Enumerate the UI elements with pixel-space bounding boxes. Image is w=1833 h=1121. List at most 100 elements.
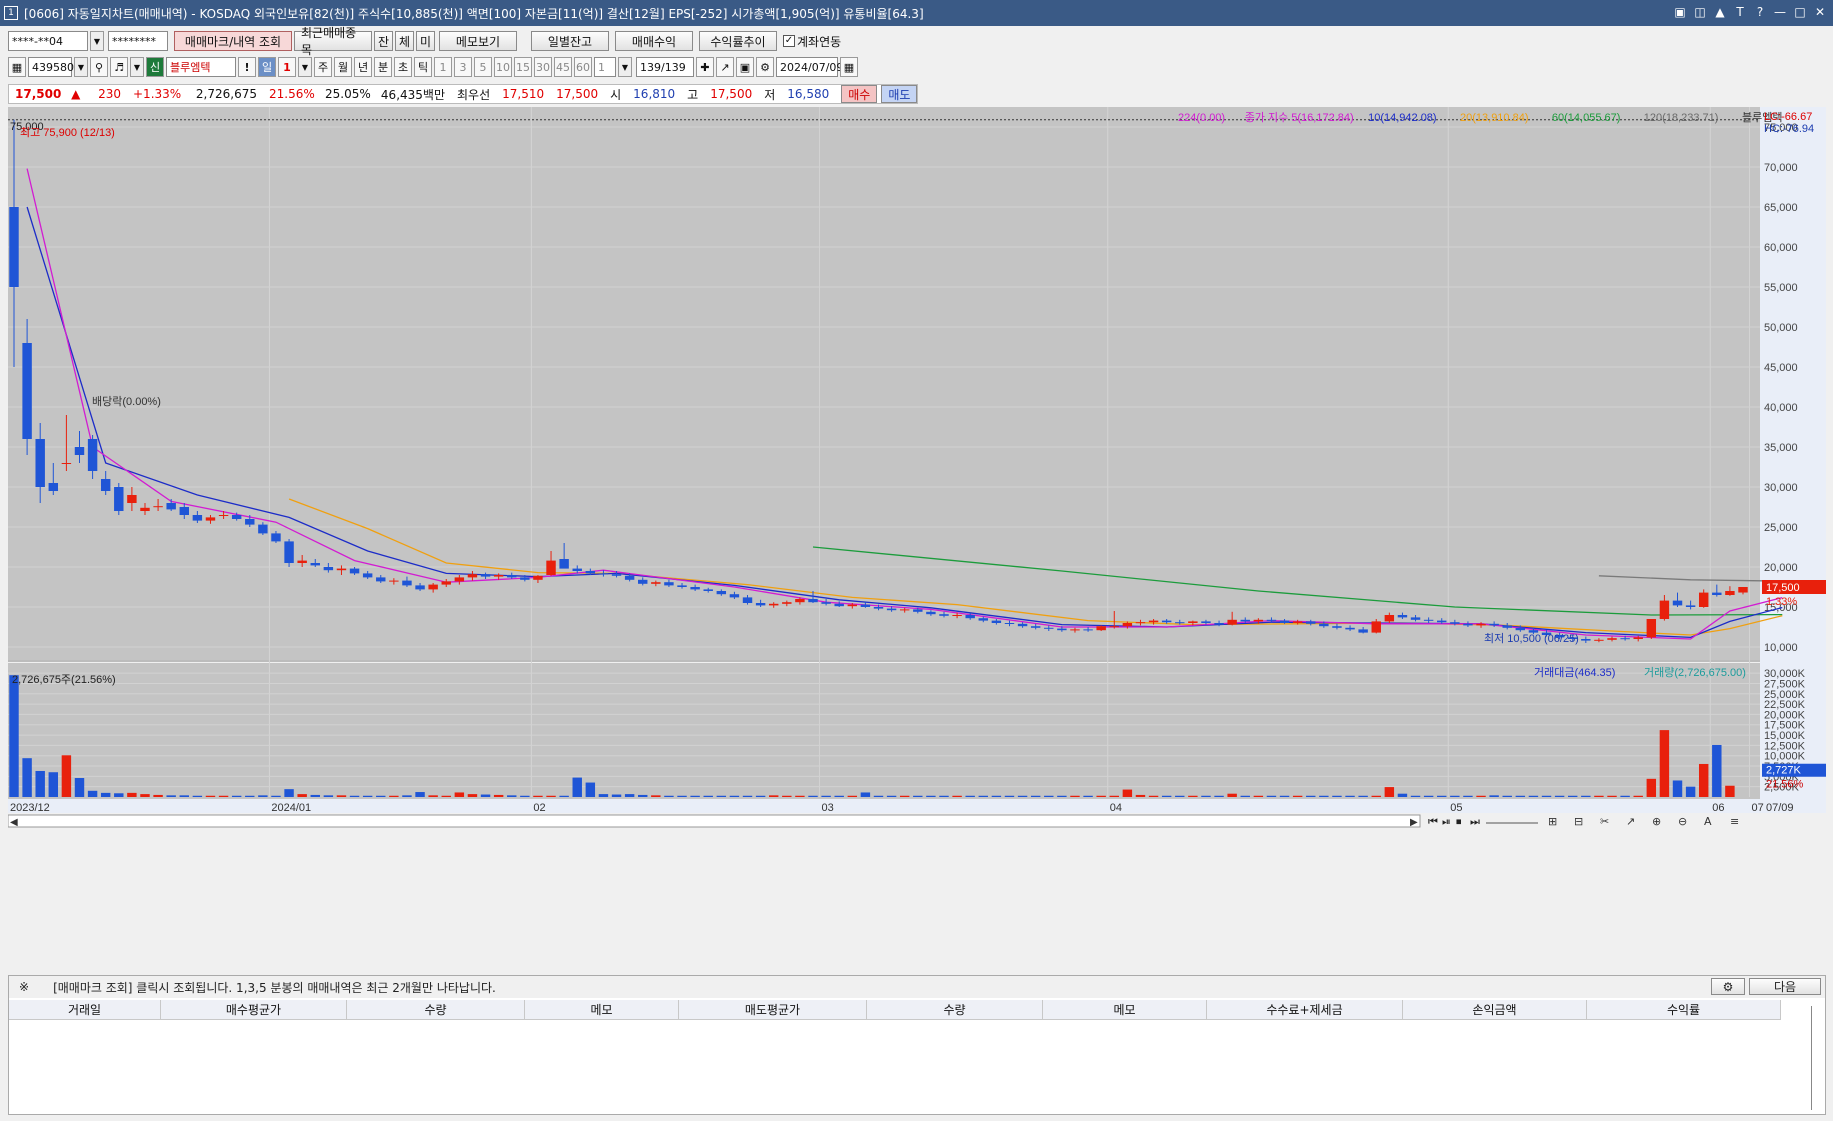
- close-icon[interactable]: ✕: [1813, 4, 1827, 20]
- col-buy-avg[interactable]: 매수평균가: [161, 1000, 347, 1019]
- candle: [1109, 626, 1119, 628]
- sell-button[interactable]: 매도: [881, 85, 918, 103]
- volume-bar: [1240, 795, 1250, 797]
- high-price: 17,500: [710, 87, 753, 101]
- next-button[interactable]: 다음: [1749, 978, 1821, 995]
- maximize-icon[interactable]: □: [1793, 4, 1807, 20]
- chart-tool-icon: A: [1704, 815, 1712, 828]
- daily-balance-button[interactable]: 일별잔고: [531, 31, 609, 51]
- col-buy-memo[interactable]: 메모: [525, 1000, 679, 1019]
- volume-bar: [742, 795, 753, 797]
- candle: [467, 574, 478, 578]
- trade-profit-button[interactable]: 매매수익: [615, 31, 693, 51]
- minimize-icon[interactable]: —: [1773, 4, 1787, 20]
- trade-history-panel: ※ [매매마크 조회] 클릭시 조회됩니다. 1,3,5 분봉의 매매내역은 최…: [8, 975, 1826, 1115]
- restore-icon[interactable]: ▣: [1673, 4, 1687, 20]
- volume-bar: [1253, 795, 1264, 797]
- stock-code-input[interactable]: 439580: [28, 57, 74, 77]
- candle: [886, 608, 897, 611]
- recent-trades-button[interactable]: 최근매매종목: [294, 26, 372, 57]
- help-icon[interactable]: ?: [1753, 4, 1767, 20]
- account-dropdown-icon[interactable]: ▼: [90, 31, 104, 51]
- trade-mark-button[interactable]: 매매마크/내역 조회: [174, 31, 292, 51]
- price-tick-label: 60,000: [1764, 242, 1798, 254]
- volume-bar: [507, 795, 517, 797]
- period-dropdown-icon[interactable]: ▼: [298, 57, 312, 77]
- code-dropdown-icon[interactable]: ▼: [74, 57, 88, 77]
- save-icon[interactable]: ▣: [736, 57, 754, 77]
- pin-icon[interactable]: ▲: [1713, 4, 1727, 20]
- volume-bar: [1109, 795, 1119, 797]
- check-icon[interactable]: ✓: [783, 35, 795, 47]
- volume-bar: [480, 794, 491, 797]
- font-icon[interactable]: T: [1733, 4, 1747, 20]
- candle: [834, 603, 844, 607]
- volume-bar: [100, 792, 111, 797]
- layout-icon[interactable]: ▦: [8, 57, 26, 77]
- memo-view-button[interactable]: 메모보기: [439, 31, 517, 51]
- playback-icon: ⏹: [1456, 815, 1462, 828]
- period-minute[interactable]: 분: [374, 57, 392, 77]
- balance-button[interactable]: 잔: [374, 31, 393, 51]
- speaker-dropdown-icon[interactable]: ▼: [130, 57, 144, 77]
- crosshair-icon[interactable]: ✚: [696, 57, 714, 77]
- col-sell-avg[interactable]: 매도평균가: [679, 1000, 867, 1019]
- period-week[interactable]: 주: [314, 57, 332, 77]
- col-sell-memo[interactable]: 메모: [1043, 1000, 1207, 1019]
- draw-tool-icon[interactable]: ↗: [716, 57, 734, 77]
- candle: [22, 343, 32, 439]
- col-trade-date[interactable]: 거래일: [9, 1000, 161, 1019]
- col-fees[interactable]: 수수료+제세금: [1207, 1000, 1403, 1019]
- password-input[interactable]: ********: [108, 31, 168, 51]
- x-axis-label: 05: [1450, 802, 1462, 814]
- volume-bar: [402, 795, 412, 797]
- interval-60[interactable]: 60: [574, 57, 592, 77]
- period-second[interactable]: 초: [394, 57, 412, 77]
- col-sell-qty[interactable]: 수량: [867, 1000, 1043, 1019]
- account-input[interactable]: ****-**04: [8, 31, 88, 51]
- col-buy-qty[interactable]: 수량: [347, 1000, 525, 1019]
- col-return[interactable]: 수익률: [1587, 1000, 1781, 1019]
- interval-30[interactable]: 30: [534, 57, 552, 77]
- stock-chart[interactable]: 75,00070,00065,00060,00055,00050,00045,0…: [8, 107, 1826, 959]
- calendar-icon[interactable]: ▦: [840, 57, 858, 77]
- bar-count[interactable]: 139/139: [636, 57, 694, 77]
- period-day[interactable]: 일: [258, 57, 276, 77]
- settings-icon[interactable]: ⚙: [756, 57, 774, 77]
- profit-trend-button[interactable]: 수익률추이: [699, 31, 777, 51]
- interval-1[interactable]: 1: [434, 57, 452, 77]
- interval-input[interactable]: 1: [594, 57, 616, 77]
- candle: [284, 541, 294, 563]
- ask-price: 17,510: [502, 87, 545, 101]
- speaker-icon[interactable]: ♬: [110, 57, 128, 77]
- table-scrollbar[interactable]: [1811, 1006, 1821, 1110]
- col-pnl[interactable]: 손익금액: [1403, 1000, 1587, 1019]
- buy-button[interactable]: 매수: [841, 85, 878, 103]
- volume-bar: [179, 795, 189, 797]
- volume-bar: [310, 794, 320, 797]
- interval-3[interactable]: 3: [454, 57, 472, 77]
- gear-icon[interactable]: ⚙: [1711, 978, 1745, 995]
- interval-45[interactable]: 45: [554, 57, 572, 77]
- interval-dropdown-icon[interactable]: ▼: [618, 57, 632, 77]
- date-input[interactable]: 2024/07/09: [776, 57, 843, 77]
- unfilled-button[interactable]: 미: [416, 31, 435, 51]
- executed-button[interactable]: 체: [395, 31, 414, 51]
- account-link-checkbox[interactable]: ✓ 계좌연동: [783, 33, 841, 50]
- volume-bar: [1148, 795, 1159, 797]
- search-icon[interactable]: ⚲: [90, 57, 108, 77]
- interval-15[interactable]: 15: [514, 57, 532, 77]
- volume-bar: [1227, 793, 1237, 797]
- tile-icon[interactable]: ◫: [1693, 4, 1707, 20]
- period-year[interactable]: 년: [354, 57, 372, 77]
- interval-10[interactable]: 10: [494, 57, 512, 77]
- period-number[interactable]: 1: [278, 57, 296, 77]
- interval-5[interactable]: 5: [474, 57, 492, 77]
- candle: [1646, 619, 1657, 638]
- candle: [1489, 623, 1499, 626]
- period-tick[interactable]: 틱: [414, 57, 432, 77]
- period-month[interactable]: 월: [334, 57, 352, 77]
- candle: [402, 580, 412, 586]
- alert-button[interactable]: !: [238, 57, 256, 77]
- volume-bar: [834, 795, 844, 797]
